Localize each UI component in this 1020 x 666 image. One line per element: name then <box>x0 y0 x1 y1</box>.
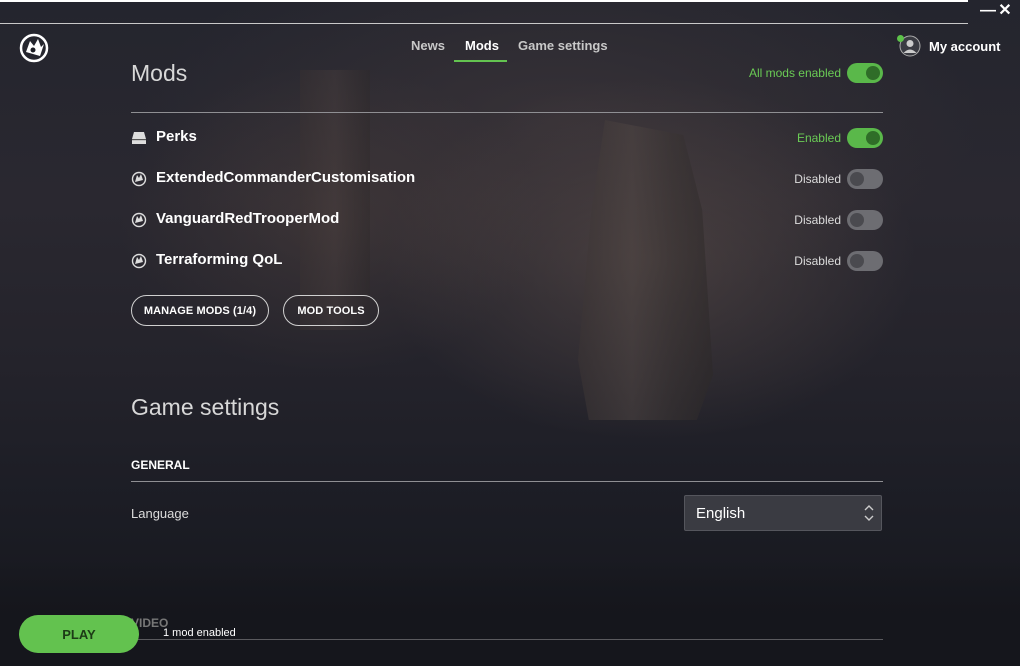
tab-mods[interactable]: Mods <box>465 38 499 59</box>
top-navigation: News Mods Game settings <box>0 38 1020 62</box>
mod-status-label: Disabled <box>794 172 841 186</box>
mod-status-label: Disabled <box>794 213 841 227</box>
mod-row-perks: Perks <box>131 127 883 149</box>
all-mods-enabled-label: All mods enabled <box>748 66 841 80</box>
mod-status-label: Disabled <box>794 254 841 268</box>
mod-toggle-extendedcommandercustomisation[interactable] <box>847 169 883 189</box>
tab-game-settings[interactable]: Game settings <box>518 38 608 59</box>
toggle-knob <box>866 131 880 145</box>
mod-row-terraforming-qol: Terraforming QoL <box>131 250 883 272</box>
toggle-knob <box>850 172 864 186</box>
manage-mods-button[interactable]: MANAGE MODS (1/4) <box>131 295 269 326</box>
toggle-knob <box>850 213 864 227</box>
minimize-icon: — <box>980 2 996 19</box>
drive-icon <box>132 132 146 144</box>
language-select[interactable]: English <box>684 495 882 531</box>
mod-toggle-vanguardredtroopermod[interactable] <box>847 210 883 230</box>
my-account-label: My account <box>929 38 1001 54</box>
mod-status-label: Enabled <box>796 131 841 145</box>
title-bar <box>0 0 968 24</box>
language-label: Language <box>131 506 189 521</box>
close-button[interactable]: ✕ <box>997 3 1013 19</box>
mod-tools-button[interactable]: MOD TOOLS <box>283 295 379 326</box>
video-divider <box>131 639 883 640</box>
close-icon: ✕ <box>998 2 1012 19</box>
mods-enabled-status: 1 mod enabled <box>163 627 236 639</box>
general-divider <box>131 481 883 482</box>
toggle-knob <box>850 254 864 268</box>
tab-news[interactable]: News <box>411 38 445 59</box>
minimize-button[interactable]: — <box>980 3 996 19</box>
toggle-knob <box>866 66 880 80</box>
mod-name: Perks <box>156 128 197 145</box>
mod-name: VanguardRedTrooperMod <box>156 210 340 227</box>
language-selected-value: English <box>696 505 746 522</box>
steam-workshop-icon <box>131 253 147 269</box>
mod-row-vanguardredtroopermod: VanguardRedTrooperMod <box>131 209 883 231</box>
my-account-button[interactable]: My account <box>897 35 1001 57</box>
mods-divider <box>131 112 883 113</box>
mod-name: Terraforming QoL <box>156 251 283 268</box>
active-tab-indicator <box>454 60 507 62</box>
all-mods-toggle[interactable] <box>847 63 883 83</box>
mod-row-extendedcommandercustomisation: ExtendedCommanderCustomisation <box>131 168 883 190</box>
mod-name: ExtendedCommanderCustomisation <box>156 169 416 186</box>
general-heading: GENERAL <box>131 458 190 472</box>
game-settings-section-title: Game settings <box>131 394 280 420</box>
mods-section-title: Mods <box>131 60 188 86</box>
online-status-dot <box>897 35 904 42</box>
steam-workshop-icon <box>131 212 147 228</box>
mod-toggle-terraforming-qol[interactable] <box>847 251 883 271</box>
mod-toggle-perks[interactable] <box>847 128 883 148</box>
background-pillar-left <box>300 70 370 330</box>
select-arrows-icon <box>864 505 874 521</box>
bottom-fade-overlay <box>0 560 1020 666</box>
steam-workshop-icon <box>131 171 147 187</box>
play-button[interactable]: PLAY <box>19 615 139 653</box>
